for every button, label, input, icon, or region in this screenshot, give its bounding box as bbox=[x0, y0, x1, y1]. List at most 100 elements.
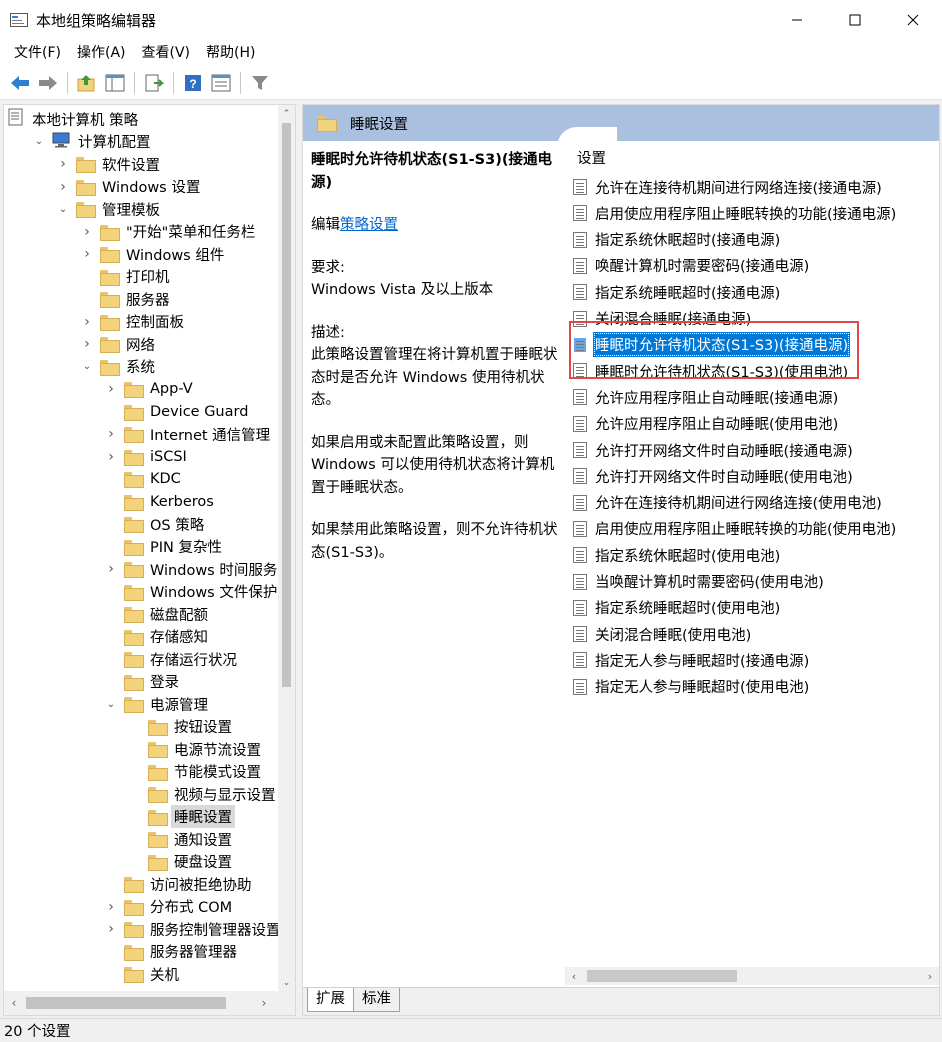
chevron-right-icon[interactable]: › bbox=[56, 176, 70, 198]
scroll-down-icon[interactable]: ⌄ bbox=[278, 974, 295, 991]
tree-item[interactable]: 本地计算机 策略 bbox=[8, 108, 141, 130]
tree-horizontal-scrollbar[interactable]: ‹ › bbox=[4, 991, 295, 1015]
tree-item[interactable]: › "开始"菜单和任务栏 bbox=[80, 221, 258, 243]
tree-item[interactable]: 存储感知 bbox=[104, 626, 211, 648]
setting-row[interactable]: 启用使应用程序阻止睡眠转换的功能(使用电池) bbox=[573, 517, 898, 541]
menu-action[interactable]: 操作(A) bbox=[69, 40, 134, 66]
tree-item[interactable]: 打印机 bbox=[80, 266, 173, 288]
setting-row[interactable]: 指定无人参与睡眠超时(使用电池) bbox=[573, 675, 811, 699]
tree-item[interactable]: ⌄ 计算机配置 bbox=[32, 131, 154, 153]
chevron-right-icon[interactable]: › bbox=[104, 378, 118, 400]
setting-row[interactable]: 睡眠时允许待机状态(S1-S3)(接通电源) bbox=[573, 332, 851, 358]
scroll-right-icon[interactable]: › bbox=[254, 991, 274, 1015]
setting-row[interactable]: 指定系统休眠超时(接通电源) bbox=[573, 228, 782, 252]
up-level-button[interactable] bbox=[75, 71, 99, 95]
setting-row[interactable]: 指定系统休眠超时(使用电池) bbox=[573, 543, 782, 567]
chevron-right-icon[interactable]: › bbox=[80, 311, 94, 333]
tree-item[interactable]: › iSCSI bbox=[104, 446, 190, 468]
setting-row[interactable]: 关闭混合睡眠(接通电源) bbox=[573, 307, 753, 331]
setting-row[interactable]: 允许打开网络文件时自动睡眠(接通电源) bbox=[573, 438, 855, 462]
setting-row[interactable]: 启用使应用程序阻止睡眠转换的功能(接通电源) bbox=[573, 201, 898, 225]
chevron-right-icon[interactable]: › bbox=[104, 896, 118, 918]
tree-item[interactable]: KDC bbox=[104, 468, 184, 490]
help-button[interactable]: ? bbox=[181, 71, 205, 95]
tree-item[interactable]: 登录 bbox=[104, 671, 182, 693]
scroll-left-icon[interactable]: ‹ bbox=[4, 991, 24, 1015]
chevron-right-icon[interactable]: › bbox=[104, 918, 118, 940]
tree-item[interactable]: Kerberos bbox=[104, 491, 217, 513]
scroll-up-icon[interactable]: ⌃ bbox=[278, 105, 295, 122]
tree-item[interactable]: 服务器管理器 bbox=[104, 941, 240, 963]
chevron-right-icon[interactable]: › bbox=[104, 423, 118, 445]
tree-item[interactable]: 访问被拒绝协助 bbox=[104, 873, 255, 895]
chevron-down-icon[interactable]: ⌄ bbox=[104, 693, 118, 715]
tab-standard[interactable]: 标准 bbox=[353, 988, 400, 1012]
tree-item[interactable]: 通知设置 bbox=[128, 828, 235, 850]
scrollbar-thumb[interactable] bbox=[282, 123, 291, 687]
chevron-right-icon[interactable]: › bbox=[104, 558, 118, 580]
tree-item[interactable]: 存储运行状况 bbox=[104, 648, 240, 670]
tree-item[interactable]: › Windows 组件 bbox=[80, 243, 227, 265]
tree-item[interactable]: › 分布式 COM bbox=[104, 896, 235, 918]
tree-item[interactable]: ⌄ 管理模板 bbox=[56, 198, 163, 220]
tree-item[interactable]: 节能模式设置 bbox=[128, 761, 264, 783]
tree-item[interactable]: › App-V bbox=[104, 378, 196, 400]
tree-item[interactable]: › 软件设置 bbox=[56, 153, 163, 175]
scroll-left-icon[interactable]: ‹ bbox=[565, 967, 583, 985]
forward-button[interactable] bbox=[36, 71, 60, 95]
chevron-right-icon[interactable]: › bbox=[80, 333, 94, 355]
setting-row[interactable]: 允许应用程序阻止自动睡眠(使用电池) bbox=[573, 412, 840, 436]
tree-item[interactable]: 服务器 bbox=[80, 288, 173, 310]
tree-item[interactable]: 睡眠设置 bbox=[128, 805, 235, 828]
tree-item[interactable]: Windows 文件保护 bbox=[104, 581, 280, 603]
filter-button[interactable] bbox=[248, 71, 272, 95]
setting-row[interactable]: 指定无人参与睡眠超时(接通电源) bbox=[573, 648, 811, 672]
setting-row[interactable]: 关闭混合睡眠(使用电池) bbox=[573, 622, 753, 646]
scroll-right-icon[interactable]: › bbox=[921, 967, 939, 985]
tree-item[interactable]: OS 策略 bbox=[104, 513, 207, 535]
tree-item[interactable]: Device Guard bbox=[104, 401, 251, 423]
tree-item[interactable]: 按钮设置 bbox=[128, 716, 235, 738]
tree-item[interactable]: › 服务控制管理器设置 bbox=[104, 918, 280, 940]
tree-item[interactable]: 磁盘配额 bbox=[104, 603, 211, 625]
menu-help[interactable]: 帮助(H) bbox=[198, 40, 263, 66]
setting-row[interactable]: 允许应用程序阻止自动睡眠(接通电源) bbox=[573, 385, 840, 409]
tree-item[interactable]: › 控制面板 bbox=[80, 311, 187, 333]
chevron-right-icon[interactable]: › bbox=[56, 153, 70, 175]
chevron-right-icon[interactable]: › bbox=[80, 243, 94, 265]
chevron-down-icon[interactable]: ⌄ bbox=[56, 198, 70, 220]
export-list-button[interactable] bbox=[142, 71, 166, 95]
show-hide-tree-button[interactable] bbox=[103, 71, 127, 95]
minimize-button[interactable] bbox=[768, 0, 826, 40]
tree-item[interactable]: PIN 复杂性 bbox=[104, 536, 225, 558]
scrollbar-thumb[interactable] bbox=[587, 970, 737, 982]
edit-policy-link[interactable]: 策略设置 bbox=[340, 217, 398, 233]
tree-vertical-scrollbar[interactable]: ⌃ ⌄ bbox=[278, 105, 295, 991]
setting-row[interactable]: 指定系统睡眠超时(接通电源) bbox=[573, 280, 782, 304]
chevron-right-icon[interactable]: › bbox=[80, 221, 94, 243]
setting-row[interactable]: 允许在连接待机期间进行网络连接(接通电源) bbox=[573, 175, 884, 199]
menu-file[interactable]: 文件(F) bbox=[6, 40, 69, 66]
close-button[interactable] bbox=[884, 0, 942, 40]
setting-row[interactable]: 唤醒计算机时需要密码(接通电源) bbox=[573, 254, 811, 278]
setting-row[interactable]: 当唤醒计算机时需要密码(使用电池) bbox=[573, 570, 826, 594]
menu-view[interactable]: 查看(V) bbox=[134, 40, 199, 66]
chevron-right-icon[interactable]: › bbox=[104, 446, 118, 468]
settings-column-header[interactable]: 设置 bbox=[577, 147, 606, 168]
tree-item[interactable]: 视频与显示设置 bbox=[128, 783, 279, 805]
chevron-down-icon[interactable]: ⌄ bbox=[80, 356, 94, 378]
tree-item[interactable]: › Windows 设置 bbox=[56, 176, 203, 198]
tree-item[interactable]: › Internet 通信管理 bbox=[104, 423, 273, 445]
setting-row[interactable]: 允许在连接待机期间进行网络连接(使用电池) bbox=[573, 491, 884, 515]
tab-extended[interactable]: 扩展 bbox=[307, 988, 354, 1012]
tree-item[interactable]: 关机 bbox=[104, 963, 182, 985]
properties-button[interactable] bbox=[209, 71, 233, 95]
setting-row[interactable]: 指定系统睡眠超时(使用电池) bbox=[573, 596, 782, 620]
maximize-button[interactable] bbox=[826, 0, 884, 40]
tree-item[interactable]: › 网络 bbox=[80, 333, 158, 355]
tree-item[interactable]: 电源节流设置 bbox=[128, 738, 264, 760]
tree-item[interactable]: ⌄ 系统 bbox=[80, 356, 158, 378]
scrollbar-thumb[interactable] bbox=[26, 997, 226, 1009]
settings-horizontal-scrollbar[interactable]: ‹ › bbox=[565, 967, 939, 985]
tree-item[interactable]: 硬盘设置 bbox=[128, 851, 235, 873]
